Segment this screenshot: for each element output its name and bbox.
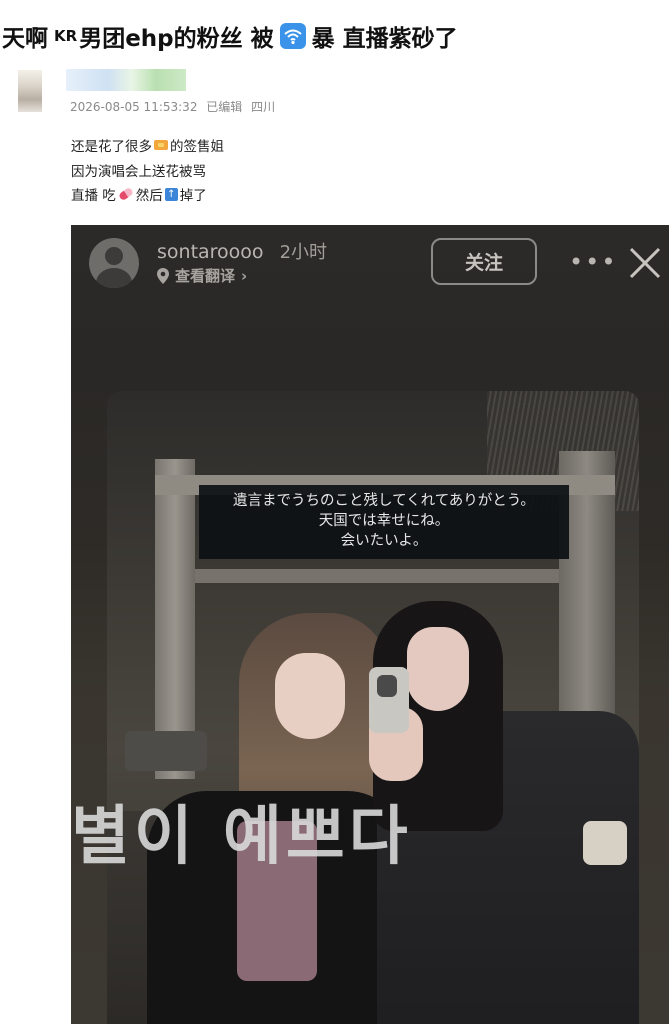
caption-line: 会いたいよ。 — [340, 533, 428, 549]
post-line-text: 然后 — [135, 188, 163, 205]
person-right-face — [407, 627, 469, 711]
up-arrow-icon: ↑ — [164, 187, 178, 201]
caption-line: 天国では幸せにね。 — [318, 513, 450, 529]
person-left-face — [275, 653, 345, 739]
story-photo: 遺言までうちのこと残してくれてありがとう。 天国では幸せにね。 会いたいよ。 — [107, 391, 639, 1024]
title-badge: KR — [54, 27, 78, 45]
title-suffix: 暴 直播紫砂了 — [311, 26, 458, 52]
ig-username: sontaroooo — [157, 241, 264, 263]
post-title: 天啊 KR 男团ehp的粉丝 被 暴 直播紫砂了 — [2, 16, 458, 56]
korean-overlay-text: 별이 예쁘다 — [71, 800, 412, 874]
post-line-text: 直播 吃 — [71, 188, 116, 205]
caption-line: 遺言までうちのこと残してくれてありがとう。 — [233, 493, 535, 509]
ig-translate: 查看翻译 › — [157, 265, 247, 286]
location-pin-icon — [157, 267, 169, 284]
story-caption: 遺言までうちのこと残してくれてありがとう。 天国では幸せにね。 会いたいよ。 — [199, 485, 569, 559]
title-prefix: 天啊 — [2, 26, 48, 52]
post-line-text: 掉了 — [179, 188, 207, 205]
ig-follow-button: 关注 — [431, 238, 537, 285]
avatar[interactable] — [18, 70, 42, 112]
post-line: 直播 吃 然后 ↑ 掉了 — [71, 182, 224, 207]
post-line-text: 因为演唱会上送花被骂 — [71, 163, 206, 180]
close-icon — [629, 247, 661, 279]
profile-avatar-icon — [89, 238, 139, 288]
username-blurred[interactable] — [66, 69, 186, 91]
more-icon: ••• — [569, 248, 618, 276]
post-line: 因为演唱会上送花被骂 — [71, 158, 224, 183]
title-middle: 男团ehp的粉丝 被 — [79, 26, 274, 52]
gate-bar — [195, 569, 559, 583]
post-datetime: 2026-08-05 11:53:32 — [70, 100, 198, 114]
phone — [369, 667, 409, 733]
post-line: 还是花了很多 的签售姐 — [71, 133, 224, 158]
wifi-icon — [279, 23, 306, 49]
attached-screenshot[interactable]: sontaroooo 2小时 查看翻译 › 关注 ••• 遺言までうちのこと残し… — [71, 225, 669, 1024]
post-meta: 2026-08-05 11:53:32 已编辑 四川 — [70, 98, 280, 115]
post-line-text: 的签售姐 — [170, 139, 224, 156]
ig-time: 2小时 — [279, 242, 328, 263]
post-location: 四川 — [251, 100, 276, 114]
post-line-text: 还是花了很多 — [71, 139, 152, 156]
ig-header-user: sontaroooo 2小时 — [157, 238, 327, 264]
chevron-right-icon: › — [241, 266, 248, 285]
post-body: 还是花了很多 的签售姐 因为演唱会上送花被骂 直播 吃 然后 ↑ 掉了 — [71, 133, 224, 207]
money-icon — [154, 140, 168, 151]
ig-translate-text: 查看翻译 — [175, 267, 236, 285]
post-edited: 已编辑 — [206, 100, 243, 114]
background-car — [125, 731, 207, 771]
pill-icon — [117, 186, 134, 202]
